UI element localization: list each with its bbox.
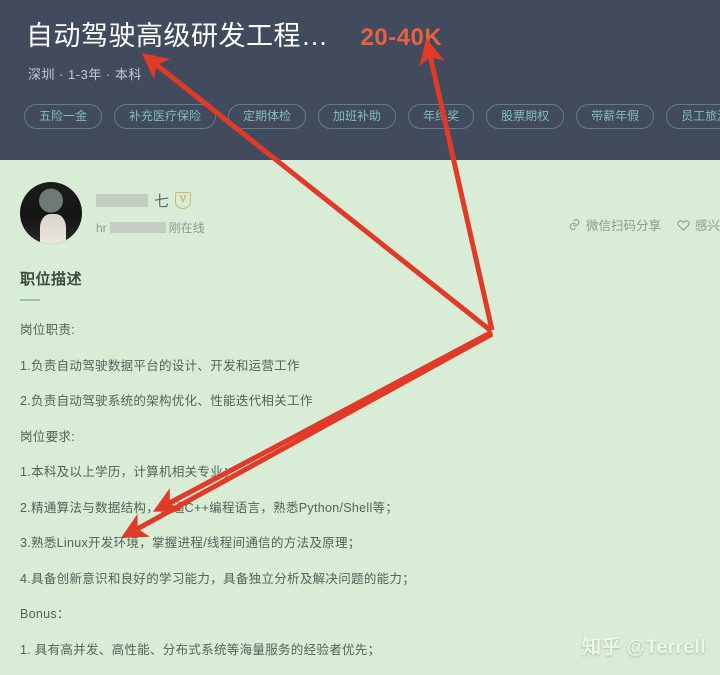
benefit-tag[interactable]: 五险一金: [24, 104, 103, 129]
link-icon: [568, 218, 581, 231]
recruiter-status-prefix: hr: [96, 220, 107, 235]
watermark: 知乎 @Terrell: [582, 637, 706, 658]
benefit-tag[interactable]: 员工旅游: [666, 104, 720, 129]
description-paragraph: Bonus：: [20, 607, 70, 621]
recruiter-status-suffix: 刚在线: [168, 221, 205, 235]
description-paragraph: 2.负责自动驾驶系统的架构优化、性能迭代相关工作: [20, 394, 313, 408]
recruiter-name-row: 七 V: [96, 190, 205, 211]
recruiter-name: 七: [154, 193, 170, 210]
recruiter-status: hr 刚在线: [96, 219, 205, 236]
benefit-tag[interactable]: 股票期权: [486, 104, 565, 129]
benefit-tag[interactable]: 补充医疗保险: [114, 104, 217, 129]
job-description-section: 职位描述 岗位职责: 1.负责自动驾驶数据平台的设计、开发和运营工作 2.负责自…: [20, 268, 640, 675]
share-wechat-label: 微信扫码分享: [585, 219, 661, 233]
title-row: 自动驾驶高级研发工程… 20-40K: [26, 14, 706, 53]
benefit-tag[interactable]: 加班补助: [318, 104, 397, 129]
share-wechat-action[interactable]: 微信扫码分享: [568, 215, 661, 234]
verified-badge-icon: V: [175, 192, 192, 209]
benefit-tag[interactable]: 年终奖: [408, 104, 475, 129]
benefit-tag[interactable]: 定期体检: [228, 104, 307, 129]
interested-label: 感兴: [694, 219, 720, 233]
description-paragraph: 2.精通算法与数据结构，精通C++编程语言，熟悉Python/Shell等；: [20, 500, 399, 515]
redacted-name-block: [96, 194, 148, 207]
section-heading: 职位描述: [20, 271, 83, 288]
description-paragraph: 1. 具有高并发、高性能、分布式系统等海量服务的经验者优先；: [20, 642, 381, 657]
recruiter-card[interactable]: 七 V hr 刚在线: [20, 182, 205, 244]
avatar[interactable]: [20, 182, 82, 244]
recruiter-info: 七 V hr 刚在线: [96, 190, 205, 236]
benefit-tag[interactable]: 带薪年假: [576, 104, 655, 129]
description-paragraph: 3.熟悉Linux开发环境，掌握进程/线程间通信的方法及原理；: [20, 536, 361, 550]
page-title: 自动驾驶高级研发工程…: [26, 21, 329, 51]
action-bar: 微信扫码分享 感兴: [568, 215, 720, 234]
redacted-status-block: [109, 222, 166, 233]
description-paragraph: 岗位要求:: [20, 429, 75, 444]
benefit-tag-list: 五险一金 补充医疗保险 定期体检 加班补助 年终奖 股票期权 带薪年假 员工旅游…: [24, 104, 720, 129]
job-header: 自动驾驶高级研发工程… 20-40K 深圳 · 1-3年 · 本科 五险一金 补…: [0, 0, 720, 160]
description-paragraph: 岗位职责:: [20, 323, 75, 337]
description-paragraph: 1.负责自动驾驶数据平台的设计、开发和运营工作: [20, 358, 300, 373]
job-meta: 深圳 · 1-3年 · 本科: [28, 67, 142, 82]
description-paragraph: 4.具备创新意识和良好的学习能力，具备独立分析及解决问题的能力；: [20, 571, 416, 586]
job-posting-screenshot: 自动驾驶高级研发工程… 20-40K 深圳 · 1-3年 · 本科 五险一金 补…: [0, 0, 720, 675]
description-paragraph: 1.本科及以上学历，计算机相关专业；: [20, 465, 236, 479]
heart-icon: [677, 218, 690, 231]
heading-divider: [20, 299, 40, 301]
salary-range: 20-40K: [360, 24, 443, 51]
interested-action[interactable]: 感兴: [677, 215, 720, 234]
